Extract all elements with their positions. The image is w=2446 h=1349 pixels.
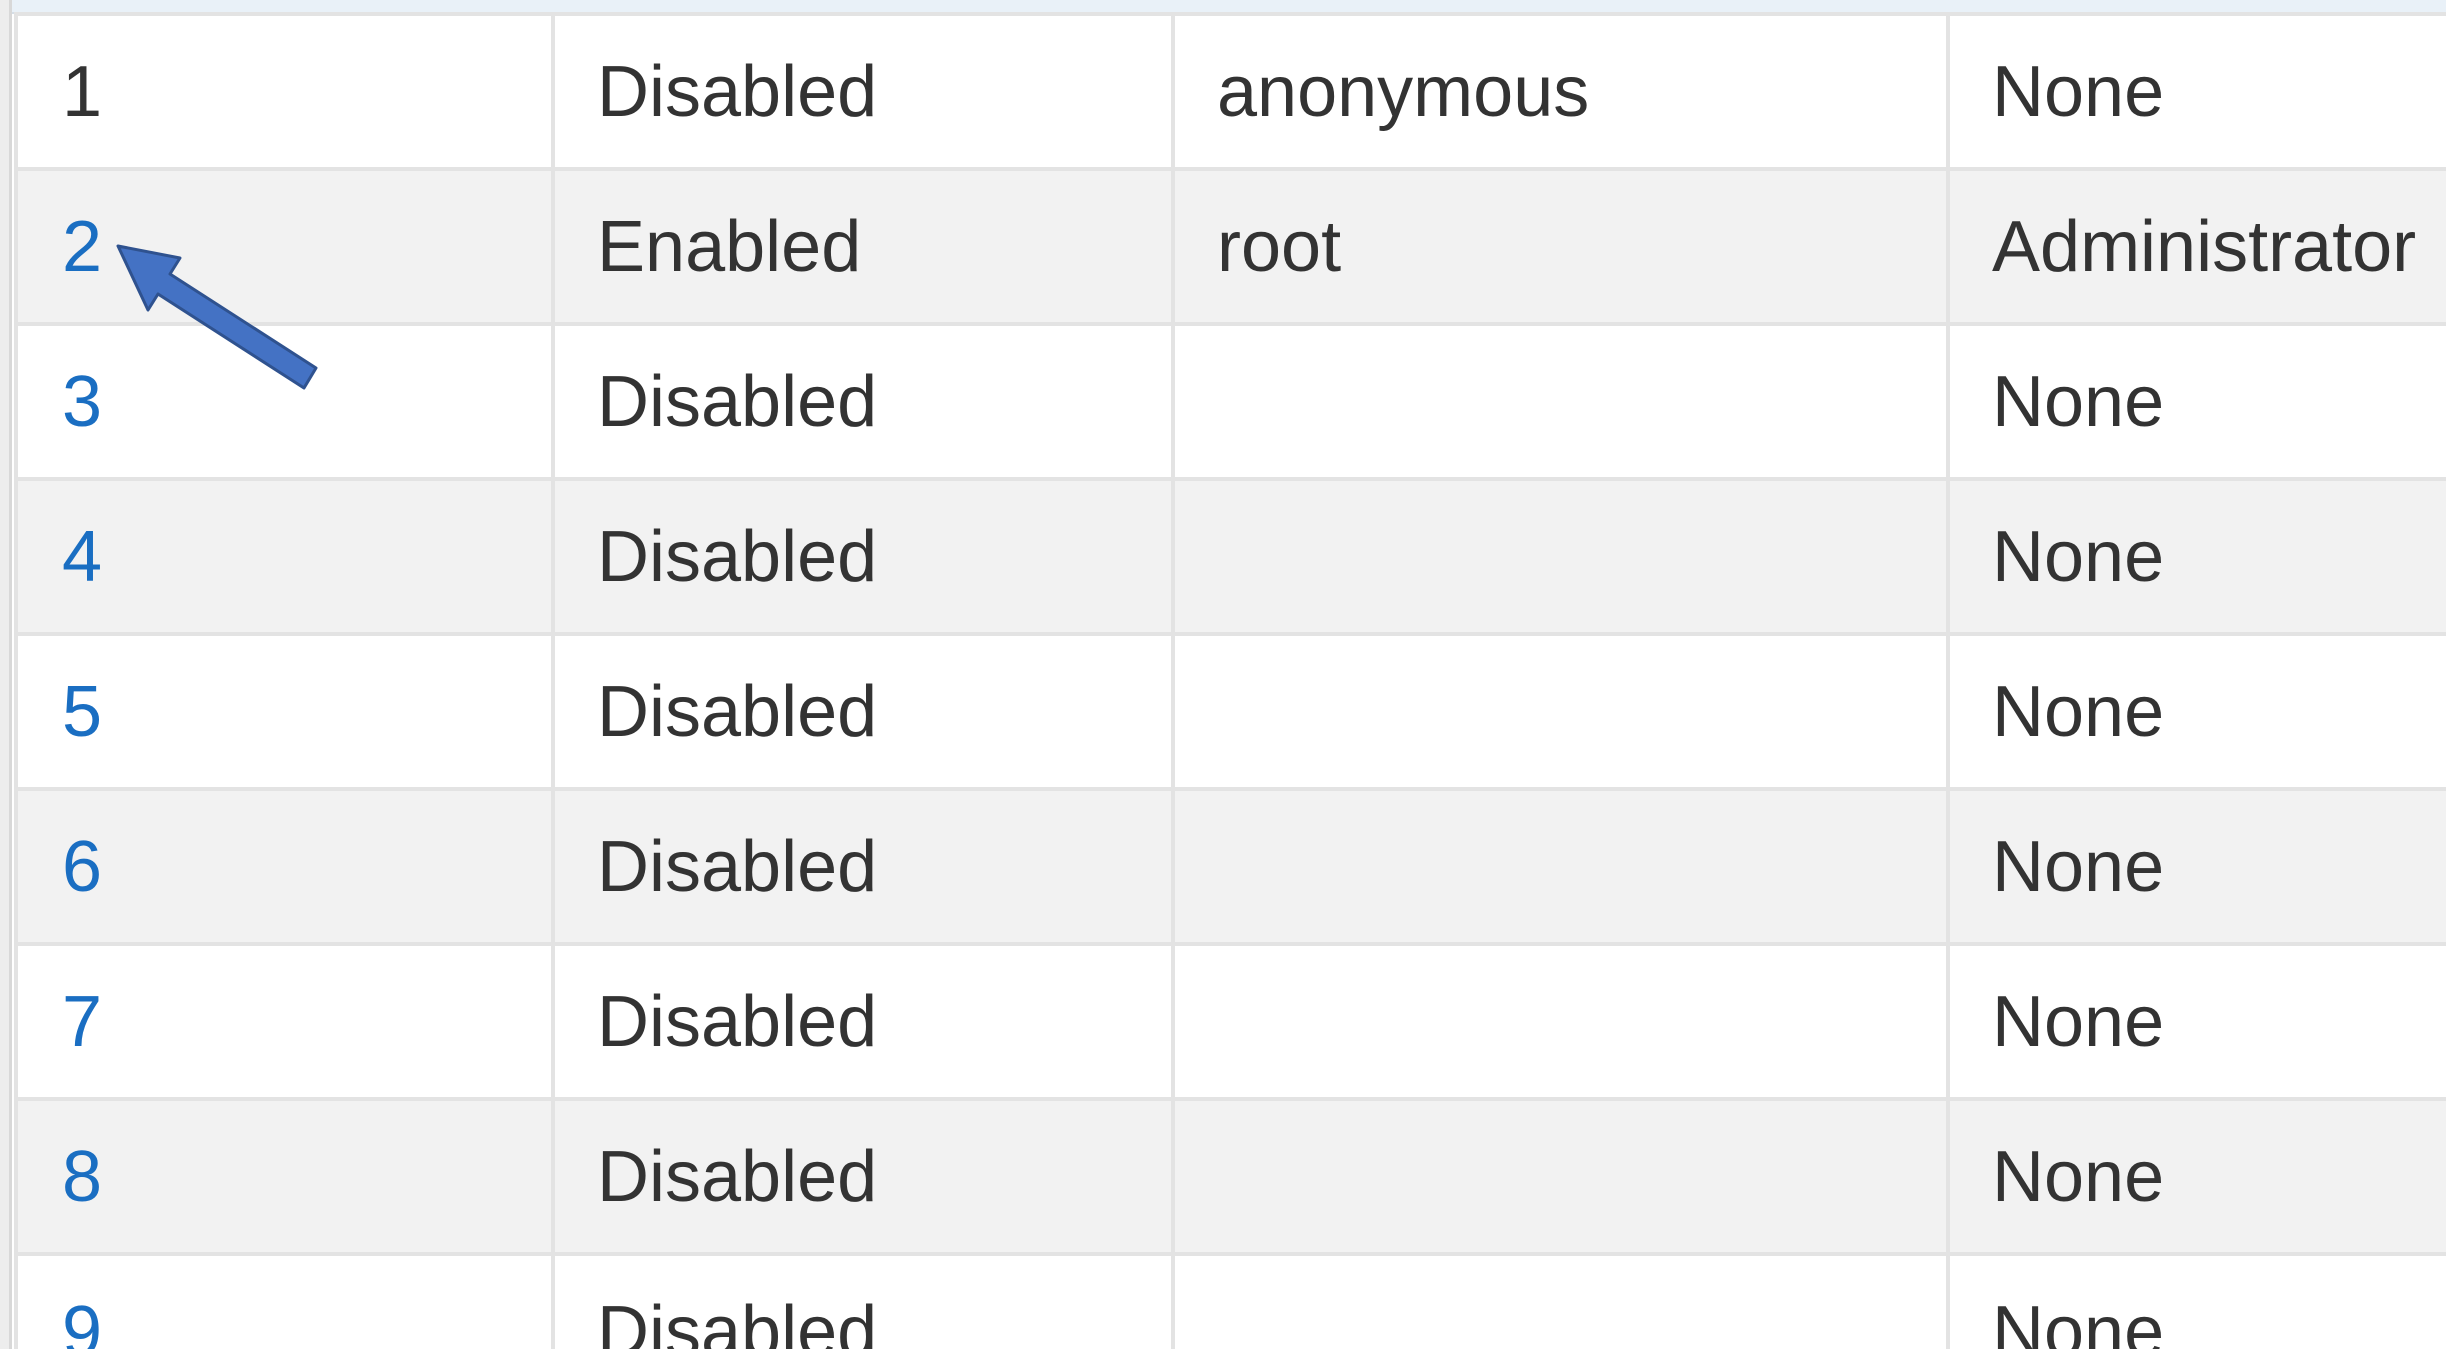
- user-id-cell: 1: [14, 12, 555, 171]
- table-row: 4 Disabled None: [14, 477, 2446, 636]
- left-panel-edge: [0, 0, 12, 1349]
- privilege-cell: None: [1946, 632, 2446, 791]
- status-cell: Disabled: [551, 322, 1175, 481]
- user-id-link[interactable]: 6: [62, 827, 102, 907]
- username-cell: [1171, 477, 1950, 636]
- status-cell: Disabled: [551, 942, 1175, 1101]
- privilege-cell: None: [1946, 12, 2446, 171]
- privilege-cell: None: [1946, 787, 2446, 946]
- user-id-link[interactable]: 5: [62, 672, 102, 752]
- username-cell: [1171, 787, 1950, 946]
- table-row: 3 Disabled None: [14, 322, 2446, 481]
- privilege-cell: None: [1946, 477, 2446, 636]
- username-cell: [1171, 322, 1950, 481]
- username-cell: root: [1171, 167, 1950, 326]
- user-id-link[interactable]: 3: [62, 362, 102, 442]
- user-list-page: 1 Disabled anonymous None 2 Enabled root…: [0, 0, 2446, 1349]
- privilege-cell: None: [1946, 322, 2446, 481]
- status-cell: Disabled: [551, 787, 1175, 946]
- status-cell: Disabled: [551, 1097, 1175, 1256]
- status-cell: Disabled: [551, 477, 1175, 636]
- user-id-link[interactable]: 7: [62, 982, 102, 1062]
- status-cell: Disabled: [551, 632, 1175, 791]
- table-row: 5 Disabled None: [14, 632, 2446, 791]
- table-row: 1 Disabled anonymous None: [14, 12, 2446, 171]
- table-row: 8 Disabled None: [14, 1097, 2446, 1256]
- privilege-cell: None: [1946, 942, 2446, 1101]
- privilege-cell: Administrator: [1946, 167, 2446, 326]
- user-id-cell: 6: [14, 787, 555, 946]
- user-id-cell: 2: [14, 167, 555, 326]
- user-id-cell: 3: [14, 322, 555, 481]
- user-id-cell: 8: [14, 1097, 555, 1256]
- user-id-cell: 5: [14, 632, 555, 791]
- user-id-cell: 9: [14, 1252, 555, 1349]
- table-row: 2 Enabled root Administrator: [14, 167, 2446, 326]
- status-cell: Enabled: [551, 167, 1175, 326]
- table-row: 7 Disabled None: [14, 942, 2446, 1101]
- user-id-cell: 4: [14, 477, 555, 636]
- username-cell: anonymous: [1171, 12, 1950, 171]
- users-table: 1 Disabled anonymous None 2 Enabled root…: [14, 12, 2446, 1349]
- user-id-link[interactable]: 8: [62, 1137, 102, 1217]
- privilege-cell: None: [1946, 1097, 2446, 1256]
- username-cell: [1171, 942, 1950, 1101]
- username-cell: [1171, 632, 1950, 791]
- username-cell: [1171, 1252, 1950, 1349]
- status-cell: Disabled: [551, 1252, 1175, 1349]
- user-id-cell: 7: [14, 942, 555, 1101]
- user-id: 1: [62, 51, 103, 132]
- table-row: 6 Disabled None: [14, 787, 2446, 946]
- username-cell: [1171, 1097, 1950, 1256]
- user-id-link[interactable]: 2: [62, 207, 102, 287]
- table-row: 9 Disabled None: [14, 1252, 2446, 1349]
- status-cell: Disabled: [551, 12, 1175, 171]
- user-id-link[interactable]: 4: [62, 517, 102, 597]
- user-id-link[interactable]: 9: [62, 1292, 102, 1349]
- privilege-cell: None: [1946, 1252, 2446, 1349]
